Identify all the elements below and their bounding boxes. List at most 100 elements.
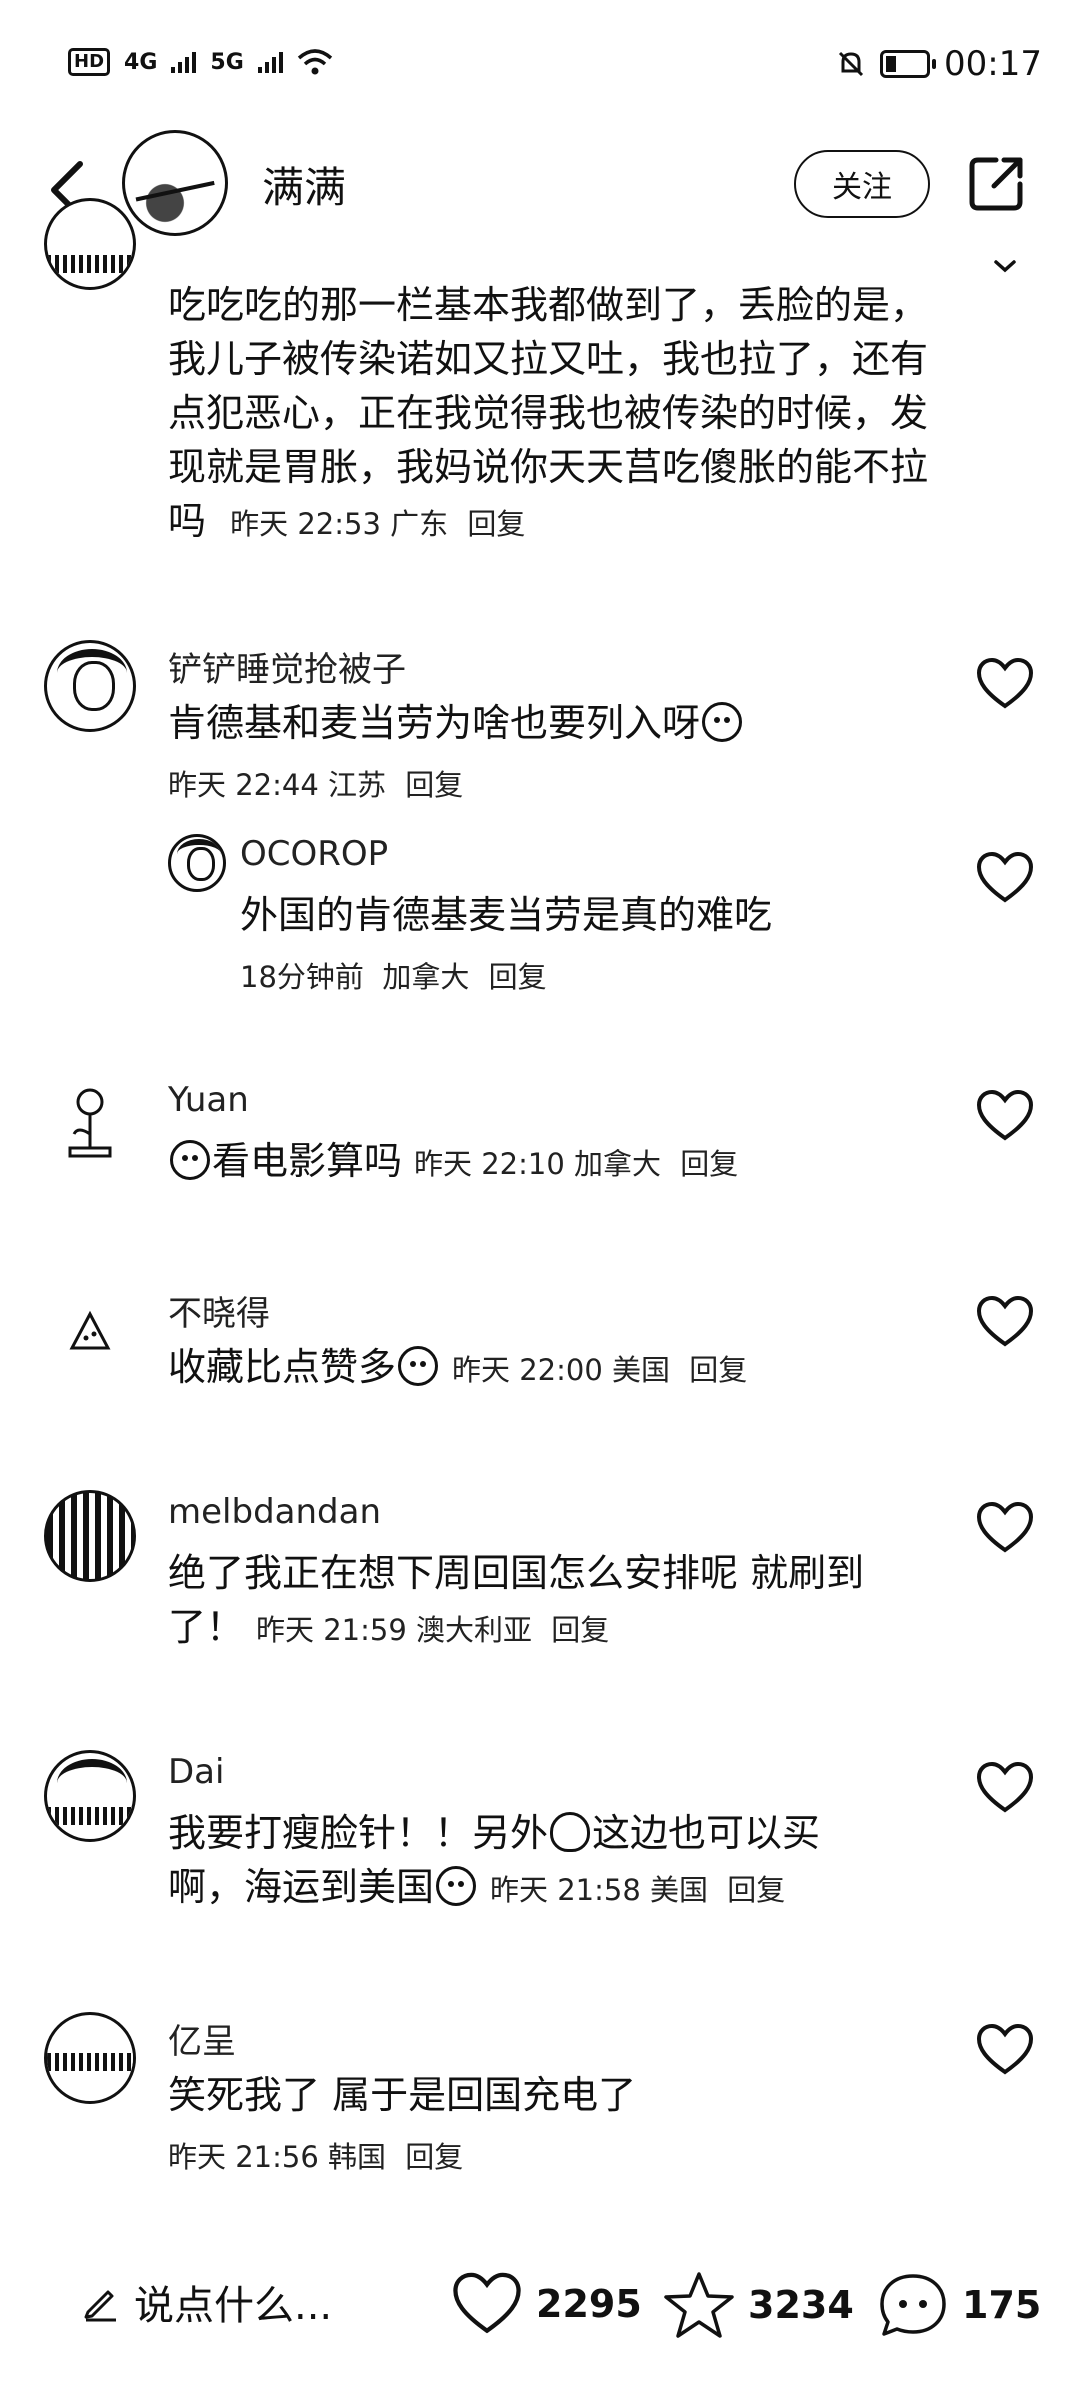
commenter-avatar[interactable] xyxy=(44,1490,136,1582)
commenter-avatar[interactable] xyxy=(44,640,136,732)
commenter-name[interactable]: 亿呈 xyxy=(168,2014,236,2063)
reply-button[interactable]: 回复 xyxy=(680,1147,738,1181)
comment-text-line1: 我要打瘦脸针！！另外 这边也可以买 xyxy=(168,1806,938,1860)
commenter-name[interactable]: 不晓得 xyxy=(168,1286,270,1335)
comment-meta: 昨天 21:59 澳大利亚 回复 xyxy=(256,1613,609,1647)
status-right: 00:17 xyxy=(836,44,1042,84)
comment-time: 昨天 22:53 xyxy=(230,507,381,541)
emoji-icon xyxy=(398,1346,439,1386)
share-icon[interactable] xyxy=(966,154,1026,214)
comment-location: 澳大利亚 xyxy=(416,1613,533,1647)
commenter-name[interactable]: Yuan xyxy=(168,1080,249,1120)
peach-emoji-icon xyxy=(550,1812,591,1852)
favorite-stat[interactable]: 3234 xyxy=(662,2270,854,2340)
comment-text: 我要打瘦脸针！！另外 这边也可以买 啊，海运到美国 昨天 21:58 美国 回复 xyxy=(168,1806,938,1917)
comment-text: 绝了我正在想下周回国怎么安排呢 就刷到 了！ 昨天 21:59 澳大利亚 回复 xyxy=(168,1546,938,1657)
commenter-name[interactable]: Dai xyxy=(168,1752,224,1792)
status-bar: HD 4G 5G 00:17 xyxy=(0,0,1080,130)
heart-icon[interactable] xyxy=(975,2022,1035,2078)
comment-time: 昨天 22:44 xyxy=(168,768,319,802)
comment-stat[interactable]: 175 xyxy=(876,2270,1041,2340)
heart-icon xyxy=(453,2272,521,2334)
hd-indicator: HD xyxy=(68,48,111,76)
bottom-action-bar: 说点什么... 2295 3234 175 xyxy=(0,2250,1080,2360)
comment-text-content: 啊，海运到美国 xyxy=(168,1865,435,1909)
comment-time: 昨天 21:56 xyxy=(168,2140,319,2174)
network-5g-label: 5G xyxy=(210,49,244,75)
comment-text-content: 了！ xyxy=(168,1605,245,1649)
replier-avatar[interactable] xyxy=(168,834,226,892)
comment-text: 看电影算吗 昨天 22:10 加拿大 回复 xyxy=(168,1134,938,1191)
mute-bell-icon xyxy=(838,51,864,77)
comment-time: 昨天 22:10 xyxy=(414,1147,565,1181)
comment-location: 韩国 xyxy=(328,2140,387,2174)
emoji-icon xyxy=(170,1140,210,1180)
favorite-count: 3234 xyxy=(748,2283,854,2327)
comment-text: 笑死我了 属于是回国充电了 xyxy=(168,2073,637,2117)
author-name[interactable]: 满满 xyxy=(262,154,346,215)
comment-location: 加拿大 xyxy=(574,1147,662,1181)
comment-time: 昨天 21:59 xyxy=(256,1613,407,1647)
comment-text: 吃吃吃的那一栏基本我都做到了，丢脸的是，我儿子被传染诺如又拉又吐，我也拉了，还有… xyxy=(168,278,938,551)
commenter-avatar[interactable] xyxy=(44,1078,136,1170)
reply-button[interactable]: 回复 xyxy=(405,768,463,802)
comment-text: 收藏比点赞多 昨天 22:00 美国 回复 xyxy=(168,1340,938,1397)
heart-icon[interactable] xyxy=(975,1294,1035,1350)
like-stat[interactable]: 2295 xyxy=(450,2270,642,2338)
reply-button[interactable]: 回复 xyxy=(727,1873,785,1907)
commenter-avatar[interactable] xyxy=(44,2012,136,2104)
reply-text: 外国的肯德基麦当劳是真的难吃 xyxy=(240,893,773,937)
replier-name[interactable]: OCOROP xyxy=(240,834,388,874)
heart-icon[interactable] xyxy=(975,1088,1035,1144)
reply-button[interactable]: 回复 xyxy=(489,960,547,994)
comment-text: 肯德基和麦当劳为啥也要列入呀 xyxy=(168,696,938,750)
comment-text-line2: 了！ 昨天 21:59 澳大利亚 回复 xyxy=(168,1600,938,1657)
watermelon-icon xyxy=(69,1310,111,1350)
star-icon xyxy=(664,2272,734,2338)
signal-icon xyxy=(257,51,283,73)
commenter-name[interactable]: 铲铲睡觉抢被子 xyxy=(168,642,406,691)
chevron-down-icon[interactable] xyxy=(990,256,1020,276)
sweat-emoji-icon xyxy=(702,702,743,742)
emoji-icon xyxy=(436,1866,477,1906)
comment-text-content: 看电影算吗 xyxy=(212,1139,403,1183)
comment-meta: 昨天 21:56 韩国 回复 xyxy=(168,2134,463,2176)
reply-button[interactable]: 回复 xyxy=(551,1613,609,1647)
commenter-avatar[interactable] xyxy=(44,198,136,290)
signal-icon xyxy=(171,51,197,73)
commenter-avatar[interactable] xyxy=(44,1750,136,1842)
comment-location: 美国 xyxy=(612,1353,671,1387)
heart-icon[interactable] xyxy=(975,1500,1035,1556)
reply-button[interactable]: 回复 xyxy=(467,507,525,541)
commenter-avatar[interactable] xyxy=(44,1284,136,1376)
comment-input[interactable]: 说点什么... xyxy=(80,2272,332,2332)
comment-time: 昨天 22:00 xyxy=(452,1353,603,1387)
comment-text-line2: 啊，海运到美国 昨天 21:58 美国 回复 xyxy=(168,1860,938,1917)
reply-meta: 18分钟前 加拿大 回复 xyxy=(240,954,547,996)
reply-button[interactable]: 回复 xyxy=(689,1353,747,1387)
status-left: HD 4G 5G xyxy=(68,48,333,76)
comment-input-placeholder: 说点什么... xyxy=(134,2283,333,2329)
chat-bubble-icon xyxy=(880,2274,946,2336)
heart-icon[interactable] xyxy=(975,656,1035,712)
comment-text-part2: 这边也可以买 xyxy=(592,1811,821,1855)
like-count: 2295 xyxy=(536,2282,642,2326)
comment-meta: 昨天 21:58 美国 回复 xyxy=(490,1873,785,1907)
heart-icon[interactable] xyxy=(975,1760,1035,1816)
comment-text-content: 吃吃吃的那一栏基本我都做到了，丢脸的是，我儿子被传染诺如又拉又吐，我也拉了，还有… xyxy=(168,283,929,543)
author-avatar[interactable] xyxy=(122,130,228,236)
comment-text-part1: 我要打瘦脸针！！另外 xyxy=(168,1811,549,1855)
comment-meta: 昨天 22:00 美国 回复 xyxy=(452,1353,747,1387)
commenter-name[interactable]: melbdandan xyxy=(168,1492,381,1532)
network-4g-label: 4G xyxy=(124,49,158,75)
comment-location: 美国 xyxy=(650,1873,709,1907)
pencil-icon xyxy=(84,2290,116,2322)
battery-icon xyxy=(880,50,937,78)
post-header: 满满 关注 xyxy=(0,130,1080,250)
comment-location: 江苏 xyxy=(328,768,387,802)
status-time: 00:17 xyxy=(944,44,1042,84)
reply-button[interactable]: 回复 xyxy=(405,2140,463,2174)
heart-icon[interactable] xyxy=(975,850,1035,906)
comment-text-line1: 绝了我正在想下周回国怎么安排呢 就刷到 xyxy=(168,1551,865,1595)
follow-button[interactable]: 关注 xyxy=(794,150,930,218)
